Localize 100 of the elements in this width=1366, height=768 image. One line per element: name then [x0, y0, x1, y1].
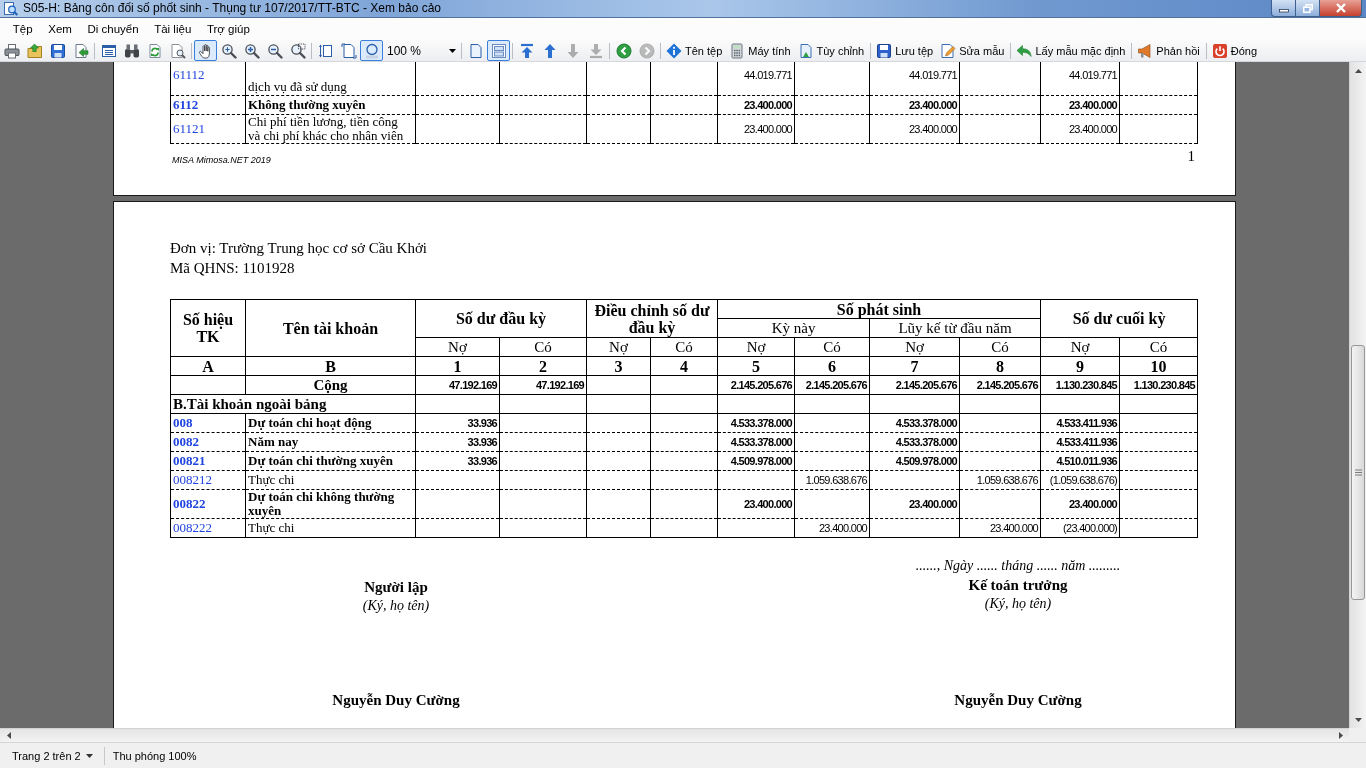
amount: 23.400.000 — [794, 518, 870, 538]
undo-arrow-icon — [1016, 42, 1033, 59]
column-header: Có — [1119, 337, 1198, 357]
amount: 23.400.000 — [869, 95, 960, 115]
account-code: 008212 — [170, 470, 246, 490]
toolbar-button[interactable]: Tùy chỉnh — [794, 40, 869, 61]
horizontal-scrollbar[interactable] — [0, 728, 1349, 742]
fit-height-icon — [317, 42, 334, 59]
amount: 23.400.000 — [869, 114, 960, 144]
amount: 4.533.411.936 — [1040, 413, 1120, 433]
close-button[interactable] — [1320, 0, 1362, 17]
zoom-in-icon — [243, 42, 260, 59]
signer-title: Người lập — [364, 578, 428, 597]
column-number: 9 — [1040, 356, 1120, 376]
zoom-out-icon — [266, 42, 283, 59]
toolbar-button[interactable]: Phản hồi — [1134, 40, 1204, 61]
column-number: 2 — [499, 356, 587, 376]
caret-down-icon — [85, 753, 93, 758]
amount: 44.019.771 — [1040, 62, 1120, 96]
account-name: Dự toán chi không thường xuyên — [245, 489, 416, 519]
section-title: B.Tài khoản ngoài bảng — [170, 394, 416, 414]
amount: 4.533.378.000 — [869, 413, 960, 433]
amount: 2.145.205.676 — [869, 375, 960, 395]
account-name: Năm nay — [245, 432, 416, 452]
amount: 47.192.169 — [499, 375, 587, 395]
column-header: Có — [794, 337, 870, 357]
column-header: Số hiệu TK — [170, 299, 246, 357]
toolbar-button[interactable]: Lưu tệp — [873, 40, 938, 61]
vertical-scrollbar[interactable] — [1349, 62, 1366, 728]
column-header: Số dư đầu kỳ — [415, 299, 587, 338]
amount: 47.192.169 — [415, 375, 500, 395]
column-header: Có — [499, 337, 587, 357]
printer-icon — [3, 42, 20, 59]
amount: 4.509.978.000 — [869, 451, 960, 471]
menu-item[interactable]: Tệp — [5, 20, 41, 38]
amount: 23.400.000 — [717, 95, 795, 115]
menu-item[interactable]: Xem — [40, 20, 80, 38]
amount: 1.059.638.676 — [959, 470, 1041, 490]
close-icon — [1334, 3, 1347, 13]
column-number: A — [170, 356, 246, 376]
arrow-left-circle-icon — [615, 42, 632, 59]
column-number: 8 — [959, 356, 1041, 376]
grip-icon — [1354, 469, 1362, 476]
column-header: Nợ — [586, 337, 651, 357]
amount: 23.400.000 — [959, 518, 1041, 538]
amount: 1.059.638.676 — [794, 470, 870, 490]
caret-up-icon — [1354, 68, 1362, 73]
column-number: B — [245, 356, 416, 376]
account-code: 6112 — [170, 95, 246, 115]
toolbar-button[interactable]: Lấy mẫu mặc định — [1013, 40, 1130, 61]
amount: 33.936 — [415, 451, 500, 471]
menu-item[interactable]: Trợ giúp — [199, 20, 258, 38]
column-header: Nợ — [717, 337, 795, 357]
amount: 4.510.011.936 — [1040, 451, 1120, 471]
zoom-region-icon — [289, 42, 306, 59]
document-arrow-icon — [72, 42, 89, 59]
menu-item[interactable]: Di chuyển — [79, 20, 147, 38]
document-icon — [797, 42, 814, 59]
amount: 4.533.378.000 — [717, 413, 795, 433]
amount: 23.400.000 — [1040, 114, 1120, 144]
document-magnifier-icon — [169, 42, 186, 59]
minimize-button[interactable] — [1271, 0, 1296, 17]
scrollbar-thumb[interactable] — [1351, 345, 1365, 600]
restore-button[interactable] — [1296, 0, 1320, 17]
megaphone-icon — [1137, 42, 1154, 59]
zoom-combo[interactable]: 100 % — [383, 41, 459, 60]
amount: 44.019.771 — [717, 62, 795, 96]
amount: 2.145.205.676 — [959, 375, 1041, 395]
date-line: ......, Ngày ...... tháng ...... năm ......... — [915, 557, 1121, 575]
amount: 2.145.205.676 — [794, 375, 870, 395]
restore-icon — [1302, 3, 1313, 13]
account-name: Dự toán chi thường xuyên — [245, 451, 416, 471]
account-name: dịch vụ đã sử dụng — [245, 62, 416, 96]
account-name: Không thường xuyên — [245, 95, 416, 115]
toolbar-button[interactable]: Đóng — [1208, 40, 1262, 61]
menu-item[interactable]: Tài liệu — [146, 20, 200, 38]
list-window-icon — [100, 42, 117, 59]
column-header: Nợ — [869, 337, 960, 357]
toolbar-button[interactable]: Máy tính — [726, 40, 795, 61]
amount: 4.509.978.000 — [717, 451, 795, 471]
toolbar-button[interactable] — [360, 40, 383, 61]
amount: 23.400.000 — [1040, 95, 1120, 115]
toolbar-button[interactable]: Sửa mẫu — [937, 40, 1009, 61]
budget-code: Mã QHNS: 1101928 — [170, 259, 295, 278]
amount: 33.936 — [415, 432, 500, 452]
column-number: 6 — [794, 356, 870, 376]
amount: 44.019.771 — [869, 62, 960, 96]
page-number: 1 — [1187, 147, 1195, 165]
amount: 23.400.000 — [717, 114, 795, 144]
amount: 23.400.000 — [717, 489, 795, 519]
toolbar-button[interactable] — [194, 40, 217, 61]
column-number: 5 — [717, 356, 795, 376]
amount: 4.533.378.000 — [869, 432, 960, 452]
toolbar-button[interactable]: Tên tệp — [663, 40, 727, 61]
caret-left-icon — [6, 732, 11, 739]
account-name: Dự toán chi hoạt động — [245, 413, 416, 433]
column-header: Nợ — [415, 337, 500, 357]
column-number: 1 — [415, 356, 500, 376]
column-number: 3 — [586, 356, 651, 376]
page-dropdown[interactable]: Trang 2 trên 2 — [7, 747, 98, 764]
